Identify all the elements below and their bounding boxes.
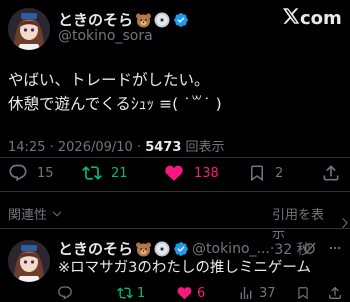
tweet-text: やばい、トレードがしたい。 休憩で遊んでくるｼｭｯ ≡( ˙꒳˙ ) bbox=[8, 68, 222, 116]
display-name[interactable]: ときのそら bbox=[58, 9, 133, 30]
heart-icon bbox=[163, 163, 185, 183]
meta-separator: · bbox=[49, 140, 58, 155]
bookmark-count: 2 bbox=[275, 165, 284, 181]
reply-avatar[interactable] bbox=[8, 240, 50, 282]
show-quotes-label: 引用を表示 bbox=[272, 208, 325, 242]
tweet-date[interactable]: 2026/09/10 bbox=[58, 140, 133, 155]
view-count-label: 回表示 bbox=[185, 140, 225, 155]
divider bbox=[0, 228, 350, 229]
reply-text: ※ロマサガ3のわたしの推しミニゲーム bbox=[58, 260, 311, 276]
divider bbox=[0, 191, 350, 192]
disc-emoji-icon bbox=[154, 12, 170, 28]
reply-like-button[interactable]: 6 bbox=[176, 285, 205, 301]
tweet-text-line: 休憩で遊んでくるｼｭｯ ≡( ˙꒳˙ ) bbox=[8, 95, 222, 113]
avatar[interactable] bbox=[8, 8, 50, 50]
retweet-count: 21 bbox=[111, 165, 128, 181]
disc-emoji-icon bbox=[154, 241, 170, 257]
share-icon bbox=[321, 163, 341, 183]
reply-retweet-button[interactable]: 1 bbox=[117, 285, 145, 301]
divider bbox=[0, 157, 350, 158]
share-icon bbox=[327, 285, 343, 301]
x-logo-icon bbox=[283, 8, 300, 29]
like-count: 138 bbox=[194, 165, 219, 181]
more-options-button[interactable] bbox=[327, 240, 343, 259]
verified-badge-icon bbox=[173, 241, 189, 257]
more-icon bbox=[327, 240, 343, 259]
reply-view-count: 37 bbox=[259, 285, 276, 301]
bookmark-icon bbox=[296, 285, 310, 301]
sort-label: 関連性 bbox=[8, 208, 48, 223]
brand-label: com bbox=[300, 8, 342, 29]
bookmark-icon bbox=[248, 163, 266, 183]
heart-icon bbox=[176, 285, 193, 301]
chevron-down-icon bbox=[51, 208, 63, 220]
reply-share-button[interactable] bbox=[327, 285, 343, 301]
grok-icon bbox=[303, 240, 317, 259]
reply-reply-button[interactable] bbox=[57, 285, 79, 301]
tweet-time[interactable]: 14:25 bbox=[8, 140, 45, 155]
reply-like-count: 6 bbox=[197, 285, 206, 301]
like-button[interactable]: 138 bbox=[163, 163, 219, 183]
analytics-icon bbox=[238, 285, 254, 301]
reply-views-button[interactable]: 37 bbox=[238, 285, 276, 301]
verified-badge-icon bbox=[173, 12, 189, 28]
bear-emoji-icon bbox=[135, 241, 152, 257]
reply-display-name[interactable]: ときのそら bbox=[58, 238, 133, 259]
retweet-button[interactable]: 21 bbox=[82, 163, 128, 183]
retweet-icon bbox=[117, 285, 133, 301]
reply-icon bbox=[8, 163, 28, 183]
view-count: 5473 bbox=[145, 140, 182, 155]
show-quotes-link[interactable]: 引用を表示 bbox=[272, 204, 350, 242]
reply-count: 15 bbox=[37, 165, 54, 181]
retweet-icon bbox=[82, 163, 102, 183]
reply-handle[interactable]: @tokino_... bbox=[192, 241, 270, 257]
author-handle[interactable]: @tokino_sora bbox=[58, 28, 153, 44]
reply-bookmark-button[interactable] bbox=[296, 285, 310, 301]
tweet-meta: 14:25 · 2026/09/10 · 5473 回表示 bbox=[8, 136, 225, 155]
bookmark-button[interactable]: 2 bbox=[248, 163, 283, 183]
meta-separator: · bbox=[136, 140, 146, 155]
grok-button[interactable] bbox=[303, 240, 317, 259]
reply-author-row: ときのそら @tokino_... · 32 秒 bbox=[58, 238, 311, 259]
author-name-row: ときのそら bbox=[58, 9, 189, 30]
sort-dropdown[interactable]: 関連性 bbox=[8, 204, 63, 223]
reply-retweet-count: 1 bbox=[137, 285, 146, 301]
share-button[interactable] bbox=[321, 163, 341, 183]
bear-emoji-icon bbox=[135, 12, 152, 28]
x-logo: com bbox=[283, 8, 342, 29]
reply-icon bbox=[57, 285, 73, 301]
reply-button[interactable]: 15 bbox=[8, 163, 54, 183]
tweet-text-line: やばい、トレードがしたい。 bbox=[8, 71, 210, 89]
